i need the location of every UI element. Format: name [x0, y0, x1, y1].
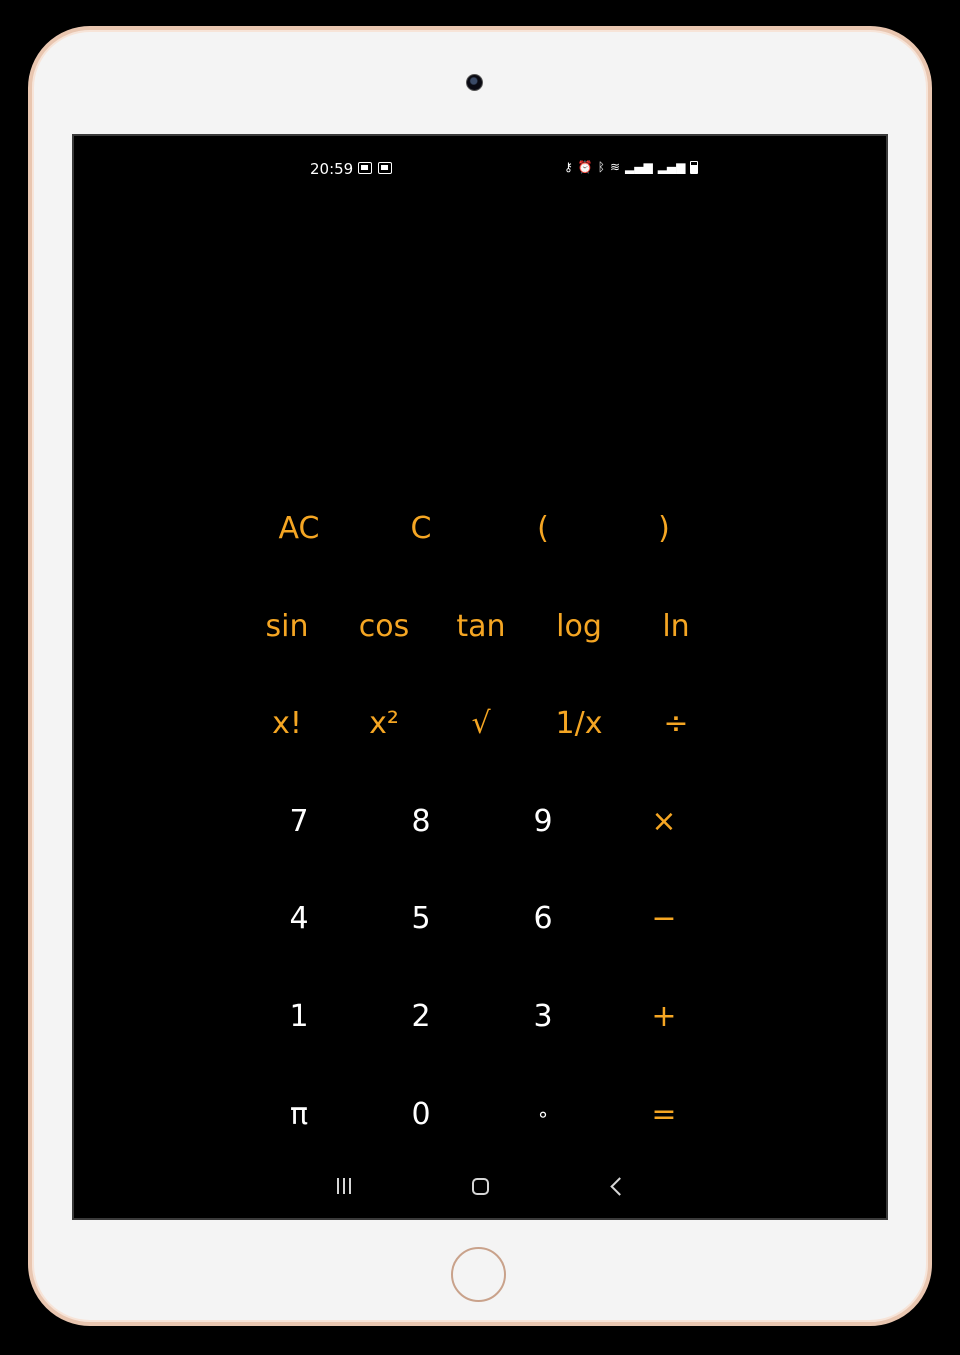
digit-8-button[interactable]: 8	[373, 791, 469, 851]
add-button[interactable]: +	[616, 986, 712, 1046]
clear-button[interactable]: C	[373, 498, 469, 558]
pi-button[interactable]: π	[251, 1084, 347, 1144]
digit-7-button[interactable]: 7	[251, 791, 347, 851]
digit-9-button[interactable]: 9	[495, 791, 591, 851]
digit-1-button[interactable]: 1	[251, 986, 347, 1046]
tan-button[interactable]: tan	[433, 596, 529, 656]
front-camera	[466, 74, 483, 91]
ln-button[interactable]: ln	[628, 596, 724, 656]
sqrt-button[interactable]: √	[433, 693, 529, 753]
tablet-screen: 20:59 ⚷ ⏰ ᛒ ≋ ▂▄▆ ▂▄▆ AC C ( ) sin cos t…	[72, 134, 888, 1220]
digit-2-button[interactable]: 2	[373, 986, 469, 1046]
factorial-button[interactable]: x!	[239, 693, 335, 753]
navigation-bar	[74, 1156, 886, 1218]
all-clear-button[interactable]: AC	[251, 498, 347, 558]
log-button[interactable]: log	[531, 596, 627, 656]
digit-0-button[interactable]: 0	[373, 1084, 469, 1144]
home-button[interactable]	[450, 1166, 510, 1206]
digit-6-button[interactable]: 6	[495, 888, 591, 948]
divide-button[interactable]: ÷	[628, 693, 724, 753]
digit-4-button[interactable]: 4	[251, 888, 347, 948]
sin-button[interactable]: sin	[239, 596, 335, 656]
multiply-button[interactable]: ×	[616, 791, 712, 851]
back-button[interactable]	[586, 1166, 646, 1206]
reciprocal-button[interactable]: 1/x	[531, 693, 627, 753]
recents-icon	[337, 1178, 351, 1194]
decimal-point-button[interactable]: ∘	[495, 1084, 591, 1144]
square-button[interactable]: x²	[336, 693, 432, 753]
open-paren-button[interactable]: (	[495, 498, 591, 558]
recents-button[interactable]	[314, 1166, 374, 1206]
hardware-home-button[interactable]	[451, 1247, 506, 1302]
close-paren-button[interactable]: )	[616, 498, 712, 558]
home-icon	[471, 1177, 489, 1195]
cos-button[interactable]: cos	[336, 596, 432, 656]
digit-3-button[interactable]: 3	[495, 986, 591, 1046]
digit-5-button[interactable]: 5	[373, 888, 469, 948]
calculator-keypad: AC C ( ) sin cos tan log ln x! x² √ 1/x …	[74, 136, 886, 1218]
back-icon	[609, 1176, 629, 1196]
equals-button[interactable]: =	[616, 1084, 712, 1144]
subtract-button[interactable]: −	[616, 888, 712, 948]
